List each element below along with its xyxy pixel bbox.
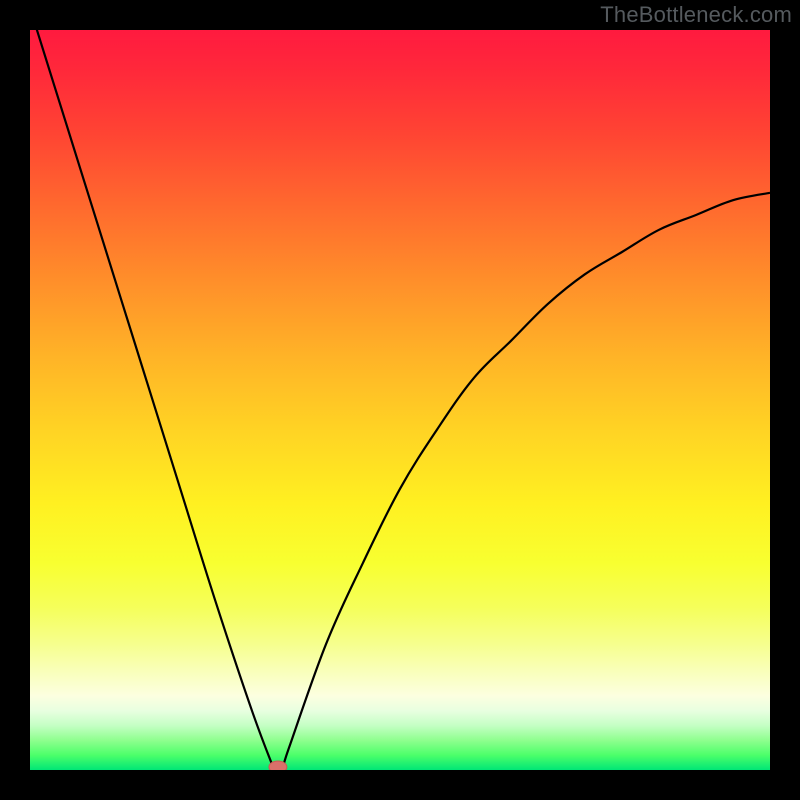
plot-area <box>30 30 770 770</box>
bottleneck-curve-line <box>30 30 770 770</box>
optimal-point-marker <box>269 761 287 770</box>
curve-svg <box>30 30 770 770</box>
watermark-text: TheBottleneck.com <box>600 2 792 28</box>
chart-frame: TheBottleneck.com <box>0 0 800 800</box>
